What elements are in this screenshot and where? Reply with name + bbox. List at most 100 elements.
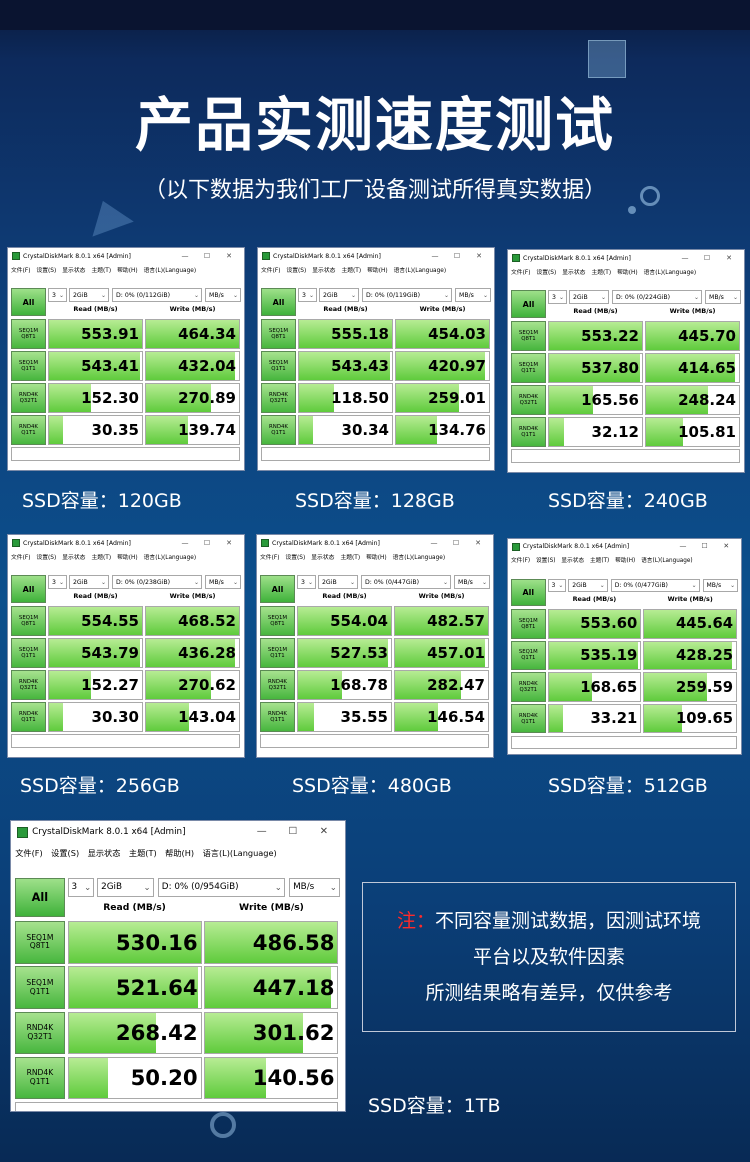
test-label-button[interactable]: RND4K Q1T1 (260, 702, 295, 732)
menu-item[interactable]: 帮助(H) (367, 265, 387, 277)
minimize-button[interactable]: — (174, 248, 196, 264)
drive-select[interactable]: D: 0% (0/119GiB) ⌄ (362, 288, 452, 302)
size-select[interactable]: 2GiB ⌄ (569, 290, 609, 304)
size-select[interactable]: 2GiB ⌄ (97, 877, 154, 898)
all-button[interactable]: All (11, 288, 46, 316)
menu-item[interactable]: 主题(T) (590, 556, 609, 568)
menu-item[interactable]: 显示状态 (562, 267, 585, 279)
test-label-button[interactable]: RND4K Q32T1 (260, 670, 295, 700)
drive-select[interactable]: D: 0% (0/954GiB) ⌄ (157, 877, 285, 898)
unit-select[interactable]: MB/s ⌄ (205, 288, 241, 302)
menu-item[interactable]: 文件(F) (511, 556, 530, 568)
test-label-button[interactable]: RND4K Q1T1 (511, 417, 546, 447)
test-label-button[interactable]: RND4K Q32T1 (15, 1011, 65, 1054)
menu-item[interactable]: 显示状态 (62, 265, 85, 277)
test-label-button[interactable]: SEQ1M Q8T1 (15, 921, 65, 964)
unit-select[interactable]: MB/s ⌄ (205, 575, 241, 589)
close-button[interactable]: ✕ (715, 539, 737, 555)
unit-select[interactable]: MB/s ⌄ (454, 575, 490, 589)
menu-item[interactable]: 显示状态 (561, 556, 584, 568)
menu-item[interactable]: 帮助(H) (366, 552, 386, 564)
minimize-button[interactable]: — (674, 250, 696, 266)
count-select[interactable]: 3 ⌄ (548, 290, 567, 304)
menu-item[interactable]: 文件(F) (11, 552, 30, 564)
count-select[interactable]: 3 ⌄ (67, 877, 95, 898)
count-select[interactable]: 3 ⌄ (298, 288, 317, 302)
comment-field[interactable] (11, 447, 240, 461)
maximize-button[interactable]: ☐ (446, 248, 468, 264)
all-button[interactable]: All (511, 290, 546, 318)
menu-item[interactable]: 文件(F) (261, 265, 280, 277)
size-select[interactable]: 2GiB ⌄ (319, 288, 359, 302)
menu-item[interactable]: 文件(F) (511, 267, 530, 279)
menu-item[interactable]: 文件(F) (260, 552, 279, 564)
menu-item[interactable]: 帮助(H) (617, 267, 637, 279)
maximize-button[interactable]: ☐ (696, 250, 718, 266)
drive-select[interactable]: D: 0% (0/224GiB) ⌄ (612, 290, 702, 304)
minimize-button[interactable]: — (423, 535, 445, 551)
maximize-button[interactable]: ☐ (196, 535, 218, 551)
test-label-button[interactable]: RND4K Q1T1 (511, 703, 546, 734)
all-button[interactable]: All (511, 578, 546, 607)
unit-select[interactable]: MB/s ⌄ (289, 877, 340, 898)
menu-item[interactable]: 主题(T) (340, 552, 360, 564)
comment-field[interactable] (260, 734, 489, 748)
menu-item[interactable]: 主题(T) (91, 552, 111, 564)
test-label-button[interactable]: RND4K Q32T1 (511, 385, 546, 415)
menu-item[interactable]: 语言(L)(Language) (393, 552, 445, 564)
test-label-button[interactable]: SEQ1M Q8T1 (511, 321, 546, 351)
test-label-button[interactable]: SEQ1M Q1T1 (511, 640, 546, 671)
menu-item[interactable]: 语言(L)(Language) (203, 845, 277, 862)
menu-item[interactable]: 显示状态 (88, 845, 121, 862)
test-label-button[interactable]: RND4K Q32T1 (261, 383, 296, 413)
test-label-button[interactable]: SEQ1M Q8T1 (11, 319, 46, 349)
test-label-button[interactable]: SEQ1M Q8T1 (260, 606, 295, 636)
all-button[interactable]: All (15, 877, 65, 917)
test-label-button[interactable]: SEQ1M Q1T1 (11, 638, 46, 668)
menu-item[interactable]: 文件(F) (15, 845, 42, 862)
maximize-button[interactable]: ☐ (694, 539, 716, 555)
comment-field[interactable] (511, 449, 740, 463)
comment-field[interactable] (261, 447, 490, 461)
menu-item[interactable]: 设置(S) (536, 556, 555, 568)
test-label-button[interactable]: RND4K Q1T1 (261, 415, 296, 445)
close-button[interactable]: ✕ (218, 535, 240, 551)
menu-item[interactable]: 语言(L)(Language) (144, 552, 196, 564)
drive-select[interactable]: D: 0% (0/238GiB) ⌄ (112, 575, 202, 589)
menu-item[interactable]: 设置(S) (51, 845, 79, 862)
menu-item[interactable]: 帮助(H) (165, 845, 194, 862)
drive-select[interactable]: D: 0% (0/112GiB) ⌄ (112, 288, 202, 302)
menu-item[interactable]: 主题(T) (341, 265, 361, 277)
size-select[interactable]: 2GiB ⌄ (69, 575, 109, 589)
test-label-button[interactable]: SEQ1M Q1T1 (511, 353, 546, 383)
test-label-button[interactable]: SEQ1M Q1T1 (15, 966, 65, 1009)
size-select[interactable]: 2GiB ⌄ (318, 575, 358, 589)
count-select[interactable]: 3 ⌄ (547, 578, 567, 593)
all-button[interactable]: All (261, 288, 296, 316)
test-label-button[interactable]: RND4K Q32T1 (11, 670, 46, 700)
menu-item[interactable]: 显示状态 (312, 265, 335, 277)
close-button[interactable]: ✕ (467, 535, 489, 551)
menu-item[interactable]: 显示状态 (62, 552, 85, 564)
unit-select[interactable]: MB/s ⌄ (702, 578, 738, 593)
menu-item[interactable]: 主题(T) (591, 267, 611, 279)
maximize-button[interactable]: ☐ (277, 821, 308, 844)
comment-field[interactable] (15, 1101, 339, 1111)
menu-item[interactable]: 语言(L)(Language) (644, 267, 696, 279)
menu-item[interactable]: 语言(L)(Language) (641, 556, 693, 568)
test-label-button[interactable]: RND4K Q32T1 (511, 672, 546, 702)
drive-select[interactable]: D: 0% (0/447GiB) ⌄ (361, 575, 451, 589)
test-label-button[interactable]: SEQ1M Q1T1 (11, 351, 46, 381)
size-select[interactable]: 2GiB ⌄ (69, 288, 109, 302)
unit-select[interactable]: MB/s ⌄ (455, 288, 491, 302)
menu-item[interactable]: 帮助(H) (615, 556, 635, 568)
count-select[interactable]: 3 ⌄ (297, 575, 316, 589)
test-label-button[interactable]: SEQ1M Q1T1 (261, 351, 296, 381)
close-button[interactable]: ✕ (468, 248, 490, 264)
drive-select[interactable]: D: 0% (0/477GiB) ⌄ (610, 578, 700, 593)
test-label-button[interactable]: SEQ1M Q8T1 (261, 319, 296, 349)
count-select[interactable]: 3 ⌄ (48, 288, 67, 302)
comment-field[interactable] (11, 734, 240, 748)
all-button[interactable]: All (260, 575, 295, 603)
menu-item[interactable]: 显示状态 (311, 552, 334, 564)
